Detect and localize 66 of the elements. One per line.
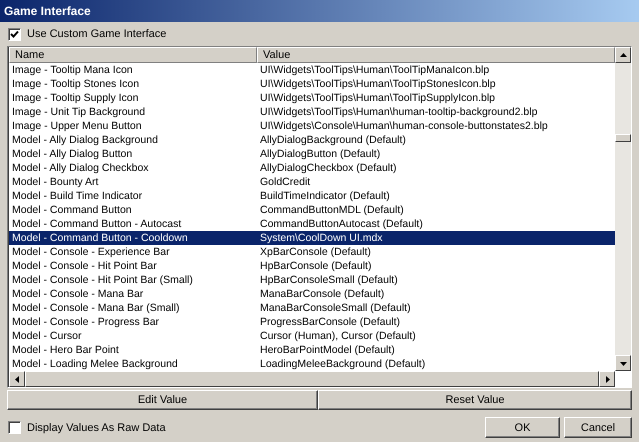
name-cell-text: Model - Ally Dialog Button [11,147,134,161]
right-arrow-icon [604,376,610,382]
column-header[interactable]: Name [9,47,257,63]
value-cell-text: LoadingMeleeBackground (Default) [259,357,426,371]
value-cell-text: Cursor (Human), Cursor (Default) [259,329,417,343]
value-cell-text: UI\Widgets\ToolTips\Human\ToolTipStonesIcon.blp [259,77,497,91]
dialog-button[interactable]: OK [485,417,560,438]
value-cell-text: HpBarConsoleSmall (Default) [259,273,399,287]
left-arrow-icon [14,376,20,382]
action-button[interactable]: Reset Value [318,390,632,410]
value-cell-text: HpBarConsole (Default) [259,259,372,273]
up-arrow-icon [620,52,626,58]
scroll-thumb[interactable] [615,134,631,142]
name-cell-text: Model - Console - Hit Point Bar [11,259,158,273]
window-title: Game Interface [0,0,639,22]
value-cell-text: GoldCredit [259,175,312,189]
down-arrow-icon [620,360,626,366]
name-cell-text: Model - Command Button - Autocast [11,217,182,231]
value-cell-text: AllyDialogButton (Default) [259,147,382,161]
name-cell-text: Model - Cursor [11,329,82,343]
name-cell-text: Model - Ally Dialog Background [11,133,159,147]
scroll-down-button[interactable] [615,355,631,371]
name-cell-text: Model - Console - Hit Point Bar (Small) [11,273,194,287]
name-cell-text: Model - Command Button [11,203,133,217]
value-cell-text: UI\Widgets\Console\Human\human-console-buttonstates2.blp [259,119,549,133]
scroll-up-button[interactable] [615,47,631,63]
value-cell-text: HeroBarPointModel (Default) [259,343,396,357]
value-cell-text: CommandButtonAutocast (Default) [259,217,424,231]
value-cell-text: CommandButtonMDL (Default) [259,203,405,217]
name-cell-text: Model - Console - Mana Bar (Small) [11,301,180,315]
name-cell-text: Model - Ally Dialog Checkbox [11,161,150,175]
value-cell-text: ManaBarConsole (Default) [259,287,386,301]
name-cell-text: Model - Loading Melee Background [11,357,179,371]
value-cell-text: UI\Widgets\ToolTips\Human\ToolTipManaIcon.blp [259,63,490,77]
dialog-button[interactable]: Cancel [564,417,632,438]
value-cell-text: UI\Widgets\ToolTips\Human\ToolTipSupplyIcon.blp [259,91,496,105]
value-cell-text: BuildTimeIndicator (Default) [259,189,391,203]
checkbox[interactable] [8,421,21,434]
name-cell-text: Model - Bounty Art [11,175,100,189]
checkbox[interactable] [8,28,21,40]
checkbox-label: Use Custom Game Interface [27,28,166,40]
name-cell-text: Image - Upper Menu Button [11,119,143,133]
name-cell-text: Image - Tooltip Supply Icon [11,91,140,105]
value-cell-text: XpBarConsole (Default) [259,245,372,259]
action-button[interactable]: Edit Value [7,390,318,410]
name-cell-text: Model - Build Time Indicator [11,189,144,203]
name-cell-text: Model - Command Button - Cooldown [11,231,189,245]
value-cell-text: ProgressBarConsole (Default) [259,315,402,329]
name-cell-text: Model - Console - Mana Bar [11,287,144,301]
value-cell-text: AllyDialogCheckbox (Default) [259,161,398,175]
name-cell-text: Image - Unit Tip Background [11,105,146,119]
value-cell-text: AllyDialogBackground (Default) [259,133,407,147]
name-cell-text: Model - Console - Experience Bar [11,245,171,259]
value-cell-text: UI\Widgets\ToolTips\Human\human-tooltip-background2.blp [259,105,538,119]
name-cell-text: Model - Hero Bar Point [11,343,120,357]
name-cell-text: Model - Console - Progress Bar [11,315,160,329]
value-cell-text: System\CoolDown UI.mdx [259,231,384,245]
list-row[interactable]: Model - Command Button - Cooldown System\CoolDown UI.mdx [9,231,615,245]
name-cell-text: Image - Tooltip Stones Icon [11,77,140,91]
column-header[interactable]: Value [257,47,615,63]
scroll-left-button[interactable] [9,371,25,387]
scroll-right-button[interactable] [599,371,615,387]
name-cell-text: Image - Tooltip Mana Icon [11,63,134,77]
checkbox-label: Display Values As Raw Data [27,422,166,434]
value-cell-text: ManaBarConsoleSmall (Default) [259,301,412,315]
vertical-scrollbar[interactable] [615,47,631,371]
